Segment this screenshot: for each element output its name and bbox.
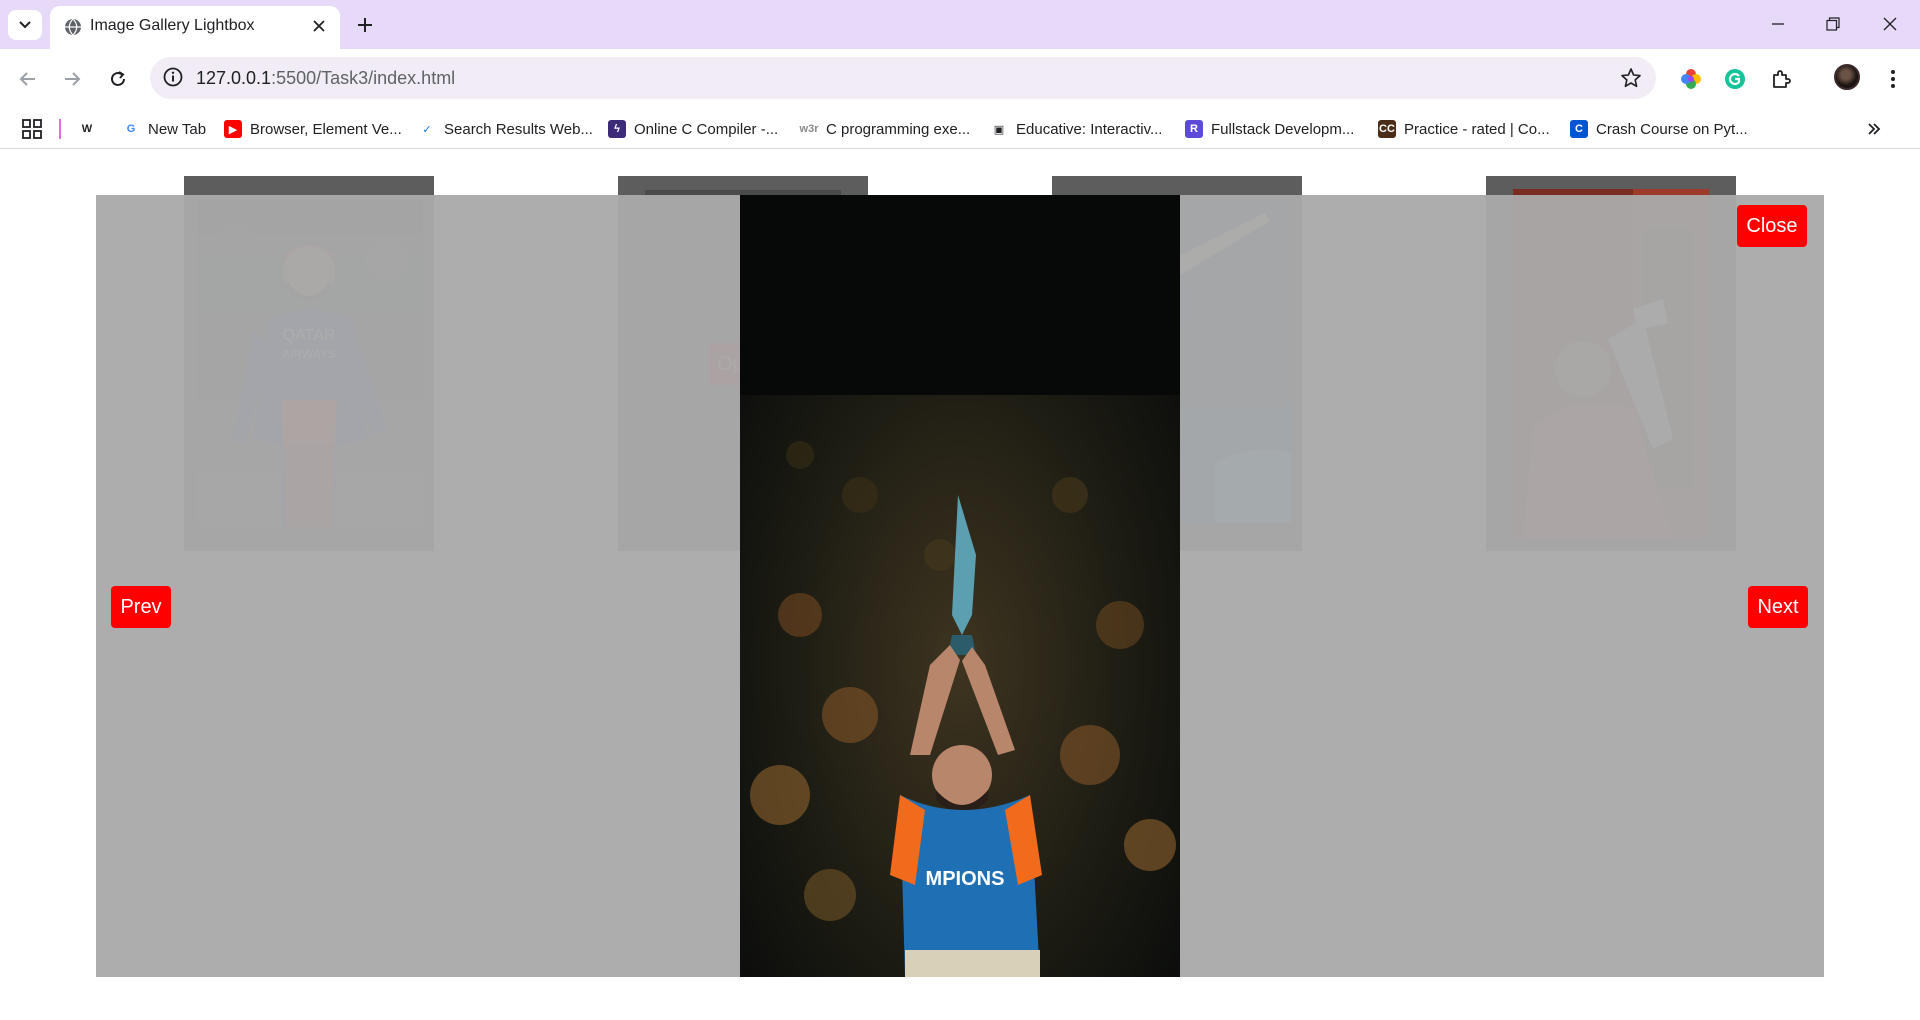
bookmark-item[interactable]: ϟ Online C Compiler -... <box>608 116 778 142</box>
bookmark-item[interactable]: ✓ Search Results Web... <box>418 116 593 142</box>
reload-icon <box>111 71 125 86</box>
bookmark-star-icon[interactable] <box>1620 67 1642 94</box>
bookmark-label: Crash Course on Pyt... <box>1596 120 1748 138</box>
new-tab-button[interactable] <box>350 10 380 40</box>
bookmark-label: C programming exe... <box>826 120 971 138</box>
close-icon <box>1883 17 1897 31</box>
arrow-right-icon <box>65 72 81 86</box>
bookmark-label: New Tab <box>148 120 207 138</box>
profile-avatar[interactable] <box>1834 64 1860 90</box>
more-bookmarks-chevron-icon[interactable] <box>1862 117 1886 141</box>
wikipedia-icon: W <box>78 120 96 138</box>
tab-strip: Image Gallery Lightbox <box>0 0 1920 49</box>
w3r-icon: w3r <box>800 120 818 138</box>
close-button[interactable]: Close <box>1737 205 1807 247</box>
bookmark-item[interactable]: w3r C programming exe... <box>800 116 970 142</box>
plus-icon <box>358 18 372 32</box>
menu-kebab-icon[interactable] <box>1878 64 1908 94</box>
bookmark-item[interactable]: W <box>78 116 96 142</box>
svg-text:MPIONS: MPIONS <box>926 868 1005 890</box>
restore-button[interactable] <box>1813 8 1853 40</box>
minimize-button[interactable] <box>1758 8 1798 40</box>
prev-button[interactable]: Prev <box>111 586 171 628</box>
bookmark-label: Educative: Interactiv... <box>1016 120 1163 138</box>
bookmark-label: Search Results Web... <box>444 120 593 138</box>
bookmark-label: Browser, Element Ve... <box>250 120 402 138</box>
color-picker-extension-icon[interactable] <box>1676 64 1706 94</box>
cc-icon: CC <box>1378 120 1396 138</box>
tab-search-button[interactable] <box>8 10 42 40</box>
globe-icon <box>64 18 82 41</box>
extensions-puzzle-icon[interactable] <box>1766 64 1796 94</box>
bookmarks-separator <box>59 119 61 139</box>
url-text: 127.0.0.1:5500/Task3/index.html <box>196 68 456 88</box>
bolt-icon: ϟ <box>608 120 626 138</box>
bookmark-label: Fullstack Developm... <box>1211 120 1355 138</box>
bookmark-label: Online C Compiler -... <box>634 120 779 138</box>
check-icon: ✓ <box>418 120 436 138</box>
site-info-icon[interactable] <box>162 66 184 93</box>
bookmark-item[interactable]: C Crash Course on Pyt... <box>1570 116 1748 142</box>
next-button[interactable]: Next <box>1748 586 1808 628</box>
tab-title: Image Gallery Lightbox <box>90 17 255 34</box>
bookmark-item[interactable]: ▶ Browser, Element Ve... <box>224 116 402 142</box>
r-icon: R <box>1185 120 1203 138</box>
reload-button[interactable] <box>102 63 134 95</box>
bookmark-item[interactable]: ▣ Educative: Interactiv... <box>990 116 1162 142</box>
google-icon: G <box>122 120 140 138</box>
bookmark-label: Practice - rated | Co... <box>1404 120 1550 138</box>
tab-close-icon[interactable] <box>308 15 330 37</box>
browser-tab[interactable]: Image Gallery Lightbox <box>50 6 340 49</box>
browser-toolbar: 127.0.0.1:5500/Task3/index.html <box>0 49 1920 109</box>
restore-icon <box>1826 17 1840 31</box>
page-content: QATAR AIRWAYS Op Close <box>0 150 1920 1020</box>
forward-button[interactable] <box>56 63 88 95</box>
grammarly-extension-icon[interactable] <box>1720 64 1750 94</box>
youtube-icon: ▶ <box>224 120 242 138</box>
chevron-down-icon <box>19 21 31 29</box>
address-bar[interactable]: 127.0.0.1:5500/Task3/index.html <box>150 57 1656 99</box>
terminal-icon: ▣ <box>990 120 1008 138</box>
apps-grid-icon[interactable] <box>20 117 44 141</box>
back-button[interactable] <box>12 63 44 95</box>
bookmarks-bar: W G New Tab ▶ Browser, Element Ve... ✓ Search … <box>0 109 1920 149</box>
bookmark-item[interactable]: CC Practice - rated | Co... <box>1378 116 1550 142</box>
arrow-left-icon <box>19 72 35 86</box>
lightbox-image: MPIONS <box>740 195 1180 977</box>
bookmark-item[interactable]: R Fullstack Developm... <box>1185 116 1354 142</box>
bookmark-item[interactable]: G New Tab <box>122 116 206 142</box>
minimize-icon <box>1772 23 1784 25</box>
coursera-icon: C <box>1570 120 1588 138</box>
close-window-button[interactable] <box>1870 8 1910 40</box>
